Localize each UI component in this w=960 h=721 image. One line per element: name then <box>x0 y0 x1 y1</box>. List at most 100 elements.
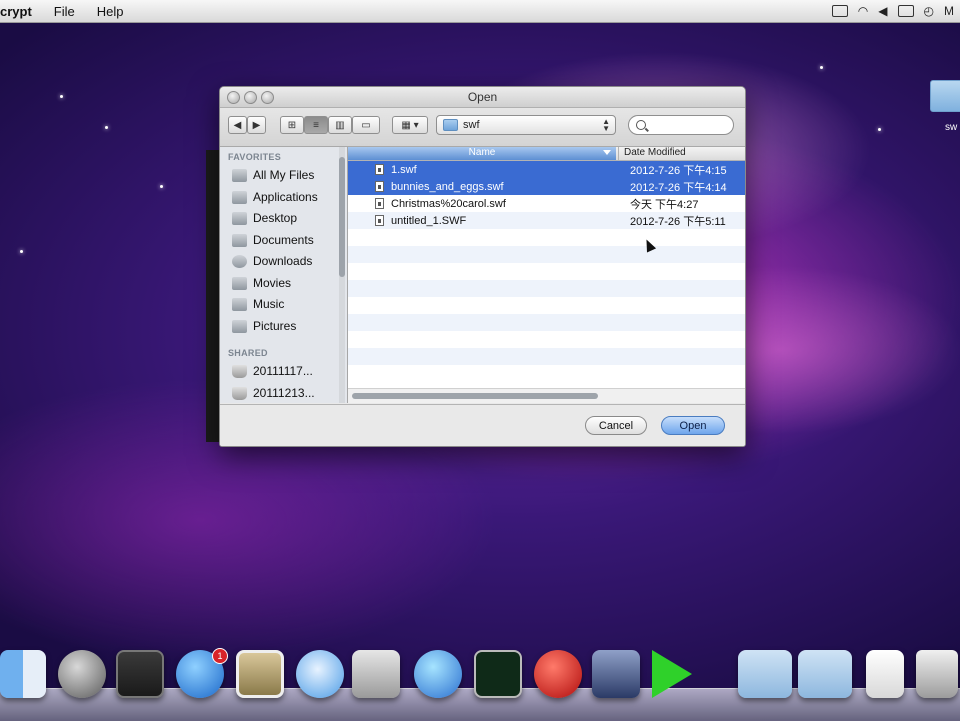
column-date-header[interactable]: Date Modified <box>624 147 686 160</box>
time-icon[interactable]: ◴ <box>924 4 934 18</box>
empty-row <box>348 280 745 297</box>
documents-folder-icon[interactable] <box>798 650 852 698</box>
network-disk-icon <box>232 364 247 378</box>
file-name: untitled_1.SWF <box>391 214 467 227</box>
sidebar-header-favorites: FAVORITES <box>228 152 282 162</box>
sidebar-item-label: 20111213... <box>253 386 315 400</box>
network-disk-icon <box>232 386 247 400</box>
list-view-button[interactable]: ≡ <box>304 116 328 134</box>
sidebar-item-label: All My Files <box>253 168 315 182</box>
preview-icon[interactable] <box>236 650 284 698</box>
file-date: 2012-7-26 下午4:15 <box>630 164 727 177</box>
star-decor <box>820 66 823 69</box>
empty-row <box>348 297 745 314</box>
path-label: swf <box>463 119 480 131</box>
music-icon <box>232 297 247 311</box>
sidebar-scrollbar[interactable] <box>339 147 345 403</box>
arrange-button[interactable]: ▦ ▾ <box>392 116 428 134</box>
app-store-badge: 1 <box>212 648 228 664</box>
sidebar-item-label: Applications <box>253 190 318 204</box>
open-dialog: Open ◀ ▶ ⊞ ≡ ▥ ▭ ▦ ▾ swf ▲ ▼ FAVORITES Al… <box>219 86 746 447</box>
forward-button[interactable]: ▶ <box>247 116 266 134</box>
file-name: Christmas%20carol.swf <box>391 197 506 210</box>
icon-view-button[interactable]: ⊞ <box>280 116 304 134</box>
horizontal-scroll-thumb[interactable] <box>352 393 598 399</box>
search-icon <box>636 120 646 130</box>
swf-file-icon <box>375 164 384 175</box>
sidebar-scroll-thumb[interactable] <box>339 157 345 277</box>
facetime-icon[interactable] <box>352 650 400 698</box>
battery-icon[interactable] <box>897 5 914 17</box>
sidebar-item-downloads[interactable]: Downloads <box>232 251 312 271</box>
dashboard-icon[interactable] <box>116 650 164 698</box>
downloads-icon <box>232 254 247 268</box>
photo-booth-icon[interactable] <box>592 650 640 698</box>
sidebar-item-movies[interactable]: Movies <box>232 273 291 293</box>
menu-app-name[interactable]: crypt <box>0 4 43 19</box>
file-row[interactable]: 1.swf 2012-7-26 下午4:15 <box>348 161 745 178</box>
file-icon[interactable] <box>866 650 904 698</box>
safari-icon[interactable] <box>296 650 344 698</box>
star-decor <box>160 185 163 188</box>
sidebar-header-shared: SHARED <box>228 348 268 358</box>
sidebar-item-desktop[interactable]: Desktop <box>232 208 297 228</box>
column-name-header[interactable]: Name <box>348 147 616 160</box>
file-row[interactable]: untitled_1.SWF 2012-7-26 下午5:11 <box>348 212 745 229</box>
sidebar-item-shared-1[interactable]: 20111117... <box>232 361 313 381</box>
launchpad-icon[interactable] <box>58 650 106 698</box>
movies-icon <box>232 276 247 290</box>
wifi-icon[interactable]: ◠ <box>858 4 868 18</box>
file-row[interactable]: Christmas%20carol.swf 今天 下午4:27 <box>348 195 745 212</box>
sidebar-item-label: Pictures <box>253 319 297 333</box>
itunes-icon[interactable] <box>414 650 462 698</box>
menu-extras: ◠ ◀ ◴ M <box>831 0 954 22</box>
cancel-button[interactable]: Cancel <box>585 416 647 435</box>
sidebar-item-label: Documents <box>253 233 314 247</box>
sidebar-item-all-my-files[interactable]: All My Files <box>232 165 314 185</box>
sidebar-item-shared-2[interactable]: 20111213... <box>232 383 315 403</box>
finder-icon[interactable] <box>0 650 46 698</box>
menu-help[interactable]: Help <box>86 4 135 19</box>
column-divider[interactable] <box>618 147 619 160</box>
column-name-label: Name <box>468 147 496 158</box>
column-view-button[interactable]: ▥ <box>328 116 352 134</box>
dialog-titlebar[interactable]: Open <box>220 87 745 108</box>
swf-file-icon <box>375 215 384 226</box>
user-name[interactable]: M <box>944 4 954 18</box>
back-button[interactable]: ◀ <box>228 116 247 134</box>
applications-folder-icon[interactable] <box>738 650 792 698</box>
search-field[interactable] <box>628 115 734 135</box>
volume-icon[interactable]: ◀ <box>878 4 887 18</box>
screen-icon[interactable] <box>831 5 848 17</box>
trash-icon[interactable] <box>916 650 958 698</box>
empty-row <box>348 365 745 382</box>
folder-icon <box>443 119 458 131</box>
play-icon[interactable] <box>652 650 692 698</box>
desktop-folder-icon[interactable] <box>930 80 960 112</box>
coverflow-view-button[interactable]: ▭ <box>352 116 380 134</box>
column-header: Name Date Modified <box>348 147 745 161</box>
sidebar-item-pictures[interactable]: Pictures <box>232 316 296 336</box>
sidebar-item-music[interactable]: Music <box>232 294 284 314</box>
sidebar-item-documents[interactable]: Documents <box>232 230 314 250</box>
star-decor <box>105 126 108 129</box>
open-button[interactable]: Open <box>661 416 725 435</box>
sidebar-item-label: Desktop <box>253 211 298 225</box>
sidebar-item-label: 20111117... <box>253 364 313 378</box>
file-date: 2012-7-26 下午5:11 <box>630 215 726 228</box>
file-name: 1.swf <box>391 163 417 176</box>
star-decor <box>60 95 63 98</box>
desktop-folder-label: sw <box>945 122 958 133</box>
horizontal-scrollbar[interactable] <box>348 388 745 403</box>
sidebar-item-applications[interactable]: Applications <box>232 187 318 207</box>
flash-icon[interactable] <box>534 650 582 698</box>
menu-file[interactable]: File <box>43 4 86 19</box>
empty-row <box>348 229 745 246</box>
file-row[interactable]: bunnies_and_eggs.swf 2012-7-26 下午4:14 <box>348 178 745 195</box>
menu-bar: crypt File Help ◠ ◀ ◴ M <box>0 0 960 23</box>
file-date: 今天 下午4:27 <box>630 198 699 211</box>
all-files-icon <box>232 168 247 182</box>
activity-monitor-icon[interactable] <box>474 650 522 698</box>
empty-row <box>348 331 745 348</box>
path-popup[interactable]: swf ▲ ▼ <box>436 115 616 135</box>
